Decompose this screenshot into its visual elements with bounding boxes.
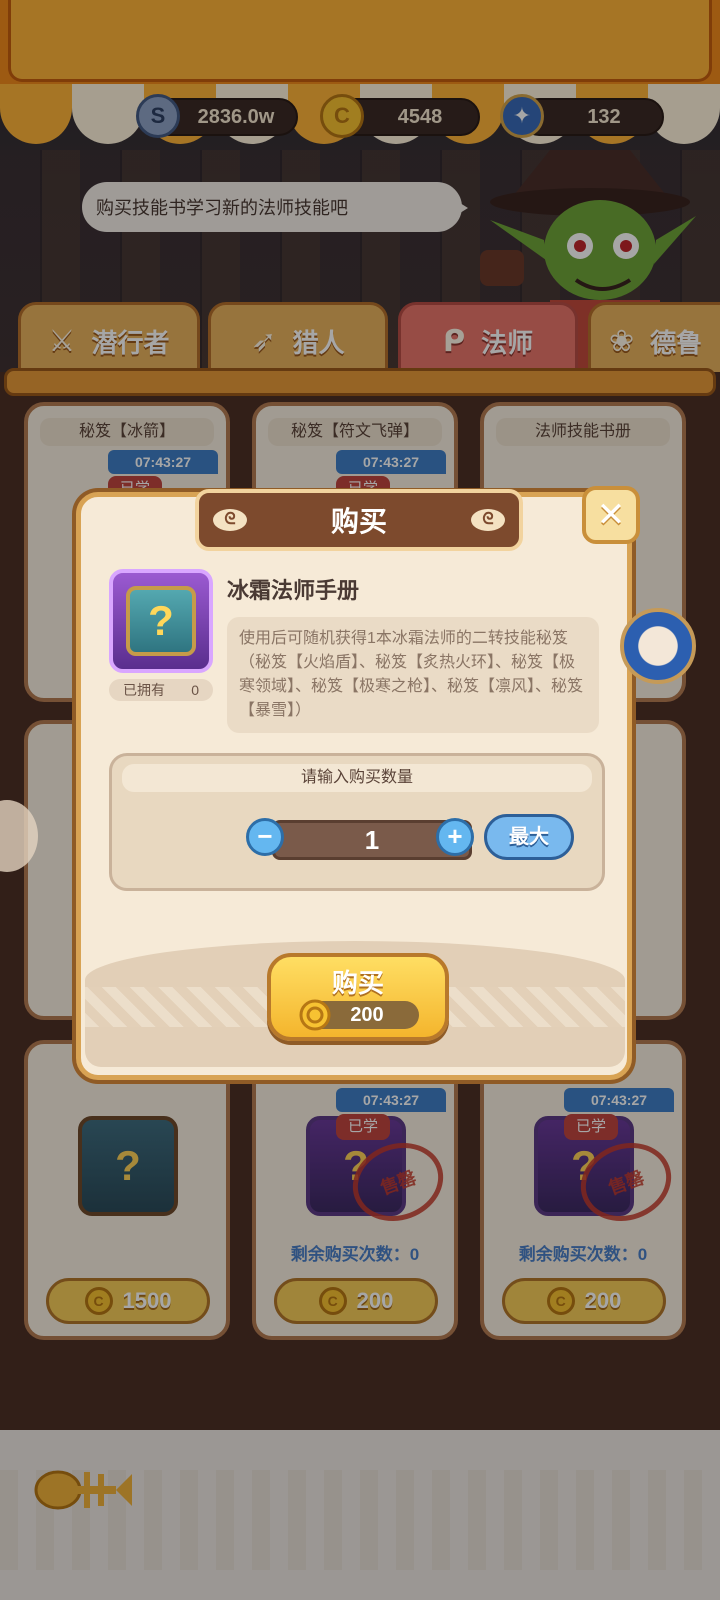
buy-button-label: 购买 xyxy=(331,968,384,998)
max-quantity-button[interactable]: 最大 xyxy=(484,814,574,860)
quantity-panel: 请输入购买数量 1 − + 最大 xyxy=(109,753,605,891)
quantity-prompt: 请输入购买数量 xyxy=(122,764,592,792)
buy-button[interactable]: 购买 200 xyxy=(267,953,449,1041)
item-name: 冰霜法师手册 xyxy=(227,578,360,603)
ornament-icon: ᘓ xyxy=(213,509,247,531)
mystery-book-icon: ? xyxy=(126,586,196,656)
gold-coin-icon xyxy=(299,999,331,1031)
owned-label: 已拥有 xyxy=(123,682,165,698)
character-avatar[interactable] xyxy=(620,608,696,684)
item-icon: ? xyxy=(109,569,213,673)
dialog-title: 购买 xyxy=(330,506,387,537)
decrease-quantity-button[interactable]: − xyxy=(246,818,284,856)
ornament-icon: ᘓ xyxy=(471,509,505,531)
purchase-dialog: ᘓ 购买 ᘓ ? 已拥有 0 冰霜法师手册 使用后可随机获得1本冰霜法师的二转技… xyxy=(76,489,632,1080)
dialog-title-banner: ᘓ 购买 ᘓ xyxy=(195,489,523,551)
owned-count: 0 xyxy=(191,682,199,698)
item-description: 使用后可随机获得1本冰霜法师的二转技能秘笈（秘笈【火焰盾】、秘笈【炙热火环】、秘… xyxy=(227,617,599,733)
increase-quantity-button[interactable]: + xyxy=(436,818,474,856)
owned-count-badge: 已拥有 0 xyxy=(109,679,213,701)
close-button[interactable]: ✕ xyxy=(582,486,640,544)
